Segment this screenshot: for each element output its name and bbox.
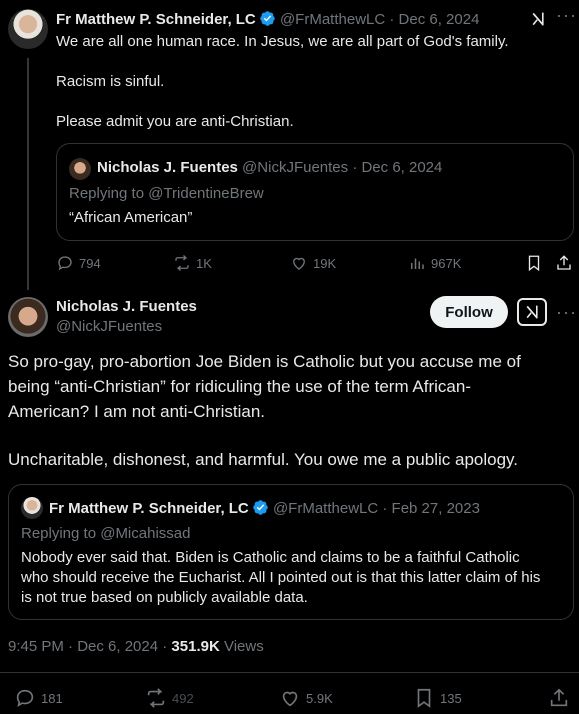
main-tweet-line-3: American? I am not anti-Christian. [8, 402, 265, 421]
views-icon [411, 258, 424, 269]
main-like-action[interactable]: 5.9K [279, 687, 333, 709]
thread-line [27, 58, 29, 290]
reply-count: 794 [79, 255, 101, 271]
main-quote-line-2: who should receive the Eucharist. All I … [21, 569, 541, 586]
quoted-tweet[interactable]: Nicholas J. Fuentes @NickJFuentes · Dec … [56, 143, 574, 241]
main-like-count: 5.9K [306, 690, 333, 706]
reply-tweet-header: Fr Matthew P. Schneider, LC @FrMatthewLC… [56, 10, 479, 28]
main-quote-author-name: Fr Matthew P. Schneider, LC [49, 500, 249, 517]
tweet-meta: 9:45 PM · Dec 6, 2024 · 351.9K Views [8, 638, 264, 655]
author-handle[interactable]: @FrMatthewLC [280, 11, 385, 28]
like-icon [293, 257, 305, 270]
main-quote-replying-to: Replying to @Micahissad [21, 525, 191, 542]
reply-icon [16, 689, 34, 708]
quote-author-handle: @NickJFuentes [242, 159, 349, 176]
repost-action[interactable]: 1K [173, 254, 212, 272]
like-action[interactable]: 19K [290, 254, 336, 272]
reply-tweet-line-3: Please admit you are anti-Christian. [56, 113, 294, 130]
main-author-name[interactable]: Nicholas J. Fuentes [56, 298, 197, 315]
bookmark-action[interactable] [525, 254, 543, 272]
avatar-schneider-small [21, 497, 43, 519]
verified-badge-icon [253, 500, 268, 515]
share-icon [557, 255, 571, 270]
main-author-handle[interactable]: @NickJFuentes [56, 318, 162, 335]
avatar-fuentes[interactable] [8, 297, 48, 337]
like-count: 19K [313, 255, 337, 271]
verified-badge-icon [260, 11, 275, 26]
avatar-schneider[interactable] [8, 9, 48, 49]
repost-icon [147, 688, 165, 708]
main-tweet-line-2: being “anti-Christian” for ridiculing th… [8, 377, 471, 396]
main-reply-count: 181 [41, 690, 63, 706]
divider [0, 672, 579, 673]
main-repost-count: 492 [172, 690, 194, 706]
reply-icon [58, 256, 72, 271]
share-icon [550, 688, 568, 707]
like-icon [282, 691, 298, 707]
main-quote-header: Fr Matthew P. Schneider, LC @FrMatthewLC… [49, 499, 480, 517]
main-bookmark-action[interactable]: 135 [413, 687, 462, 709]
quote-header: Nicholas J. Fuentes @NickJFuentes · Dec … [97, 159, 442, 176]
main-tweet-line-1: So pro-gay, pro-abortion Joe Biden is Ca… [8, 352, 521, 371]
main-quoted-tweet[interactable]: Fr Matthew P. Schneider, LC @FrMatthewLC… [8, 484, 574, 620]
views-count-bold: 351.9K [171, 638, 220, 655]
main-quote-line-3: is not true based on publicly available … [21, 589, 308, 606]
main-bookmark-count: 135 [440, 690, 462, 706]
share-action[interactable] [555, 254, 573, 272]
main-tweet-line-4: Uncharitable, dishonest, and harmful. Yo… [8, 450, 519, 469]
reply-tweet-line-1: We are all one human race. In Jesus, we … [56, 33, 509, 50]
main-share-action[interactable] [548, 687, 570, 709]
more-icon[interactable]: ··· [556, 303, 577, 321]
repost-count: 1K [196, 255, 212, 271]
reply-tweet-line-2: Racism is sinful. [56, 73, 165, 90]
quote-text: “African American” [69, 209, 193, 226]
main-reply-action[interactable]: 181 [14, 687, 63, 709]
reply-action[interactable]: 794 [56, 254, 101, 272]
quote-author-name: Nicholas J. Fuentes [97, 159, 238, 176]
bookmark-icon [528, 255, 540, 272]
quote-replying-to: Replying to @TridentineBrew [69, 185, 264, 202]
more-icon[interactable]: ··· [556, 6, 577, 24]
views-action[interactable]: 967K [408, 254, 461, 272]
views-count: 967K [431, 255, 462, 271]
tweet-date[interactable]: · Dec 6, 2024 [389, 11, 479, 28]
main-quote-date: · Feb 27, 2023 [382, 500, 480, 517]
grok-icon[interactable] [517, 298, 547, 326]
quote-date: · Dec 6, 2024 [352, 159, 443, 176]
follow-button[interactable]: Follow [430, 296, 508, 328]
grok-icon[interactable] [530, 10, 546, 28]
avatar-fuentes-small [69, 158, 91, 180]
tweet-timestamp[interactable]: 9:45 PM · Dec 6, 2024 · [8, 638, 171, 655]
main-quote-author-handle: @FrMatthewLC [272, 500, 379, 517]
bookmark-icon [417, 688, 431, 708]
views-label: Views [219, 638, 264, 655]
repost-icon [175, 255, 189, 271]
main-repost-action[interactable]: 492 [145, 687, 194, 709]
author-name[interactable]: Fr Matthew P. Schneider, LC [56, 11, 256, 28]
main-quote-line-1: Nobody ever said that. Biden is Catholic… [21, 549, 520, 566]
